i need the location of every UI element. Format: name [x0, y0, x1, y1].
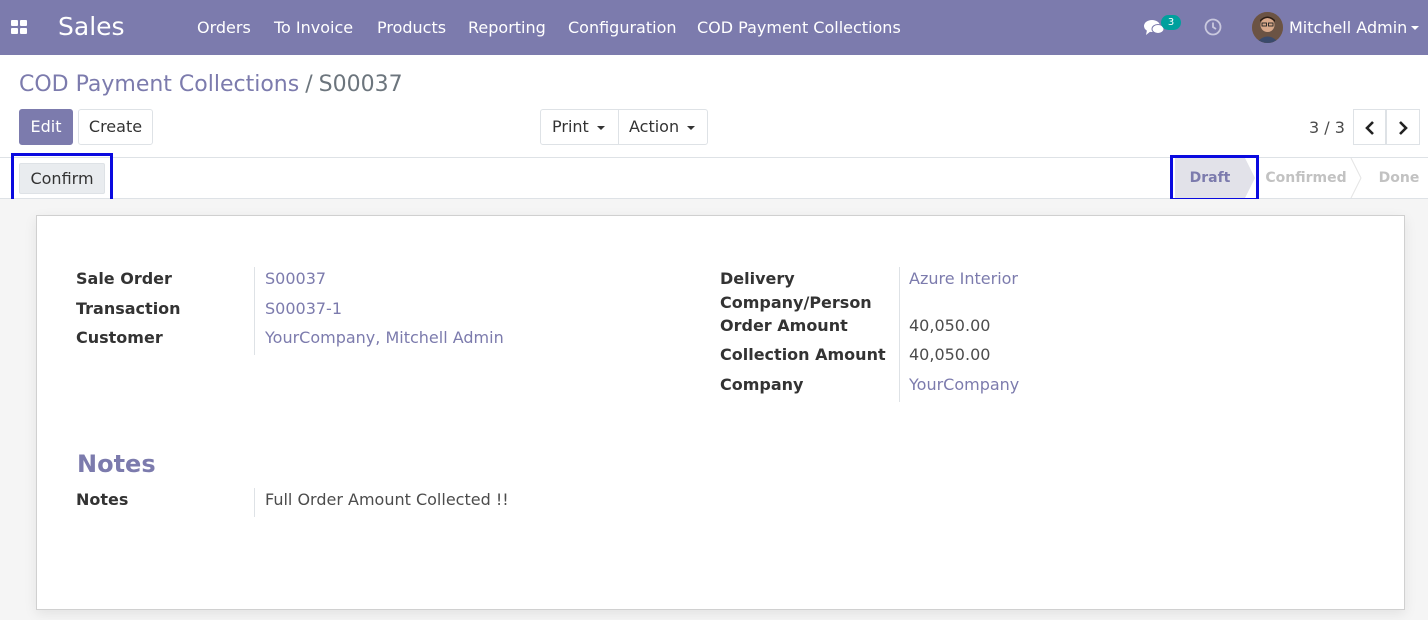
pager-next-button[interactable]: [1386, 109, 1420, 145]
print-dropdown[interactable]: Print: [552, 110, 605, 144]
messages-count-badge: 3: [1161, 15, 1181, 30]
menu-to-invoice[interactable]: To Invoice: [274, 18, 353, 37]
menu-configuration[interactable]: Configuration: [568, 18, 677, 37]
edit-button[interactable]: Edit: [19, 109, 73, 145]
stage-separator: [1350, 158, 1362, 198]
sale-order-label: Sale Order: [76, 269, 172, 288]
company-label: Company: [720, 375, 804, 394]
apps-menu-icon[interactable]: [11, 20, 27, 34]
transaction-link[interactable]: S00037-1: [265, 297, 342, 321]
sale-order-link[interactable]: S00037: [265, 267, 326, 291]
divider: [618, 110, 619, 144]
transaction-label: Transaction: [76, 299, 181, 318]
field-separator: [899, 267, 900, 402]
menu-products[interactable]: Products: [377, 18, 446, 37]
order-amount-label: Order Amount: [720, 316, 848, 335]
menu-orders[interactable]: Orders: [197, 18, 251, 37]
delivery-company-link[interactable]: Azure Interior: [909, 267, 1018, 291]
control-panel: COD Payment Collections / S00037 Edit Crea…: [0, 55, 1428, 158]
stage-done[interactable]: Done: [1370, 158, 1428, 198]
company-link[interactable]: YourCompany: [909, 373, 1019, 397]
pager-value[interactable]: 3 / 3: [1309, 118, 1345, 137]
draft-highlight-box: [1170, 155, 1259, 201]
field-separator: [254, 488, 255, 517]
field-separator: [254, 267, 255, 355]
action-label: Action: [629, 117, 680, 136]
create-button[interactable]: Create: [78, 109, 153, 145]
stage-confirmed[interactable]: Confirmed: [1258, 158, 1354, 198]
print-action-group: Print Action: [540, 109, 708, 145]
notes-label: Notes: [76, 490, 129, 509]
activity-clock-icon[interactable]: [1204, 18, 1222, 36]
caret-down-icon: [596, 125, 605, 130]
pager-previous-button[interactable]: [1353, 109, 1386, 145]
breadcrumb: COD Payment Collections / S00037: [19, 72, 403, 97]
notes-value[interactable]: Full Order Amount Collected !!: [265, 488, 509, 512]
customer-label: Customer: [76, 328, 163, 347]
chevron-right-icon: [1399, 121, 1408, 135]
print-label: Print: [552, 117, 589, 136]
customer-link[interactable]: YourCompany, Mitchell Admin: [265, 326, 504, 350]
breadcrumb-separator: /: [305, 72, 313, 97]
breadcrumb-current: S00037: [318, 72, 403, 97]
notes-section-title: Notes: [77, 450, 156, 478]
top-navbar: Sales Orders To Invoice Products Reporti…: [0, 0, 1428, 55]
app-name: Sales: [58, 12, 125, 41]
order-amount-value: 40,050.00: [909, 316, 991, 335]
user-menu[interactable]: Mitchell Admin: [1289, 18, 1407, 37]
action-dropdown[interactable]: Action: [629, 110, 696, 144]
confirm-highlight-box: [11, 153, 113, 202]
menu-reporting[interactable]: Reporting: [468, 18, 546, 37]
chevron-down-icon[interactable]: [1411, 26, 1419, 30]
breadcrumb-parent-link[interactable]: COD Payment Collections: [19, 72, 299, 97]
menu-cod-payment-collections[interactable]: COD Payment Collections: [697, 18, 901, 37]
user-avatar[interactable]: [1252, 12, 1283, 43]
delivery-company-label: Delivery Company/Person: [720, 269, 872, 312]
caret-down-icon: [687, 125, 696, 130]
chevron-left-icon: [1365, 121, 1374, 135]
collection-amount-value: 40,050.00: [909, 345, 991, 364]
collection-amount-label: Collection Amount: [720, 345, 886, 364]
